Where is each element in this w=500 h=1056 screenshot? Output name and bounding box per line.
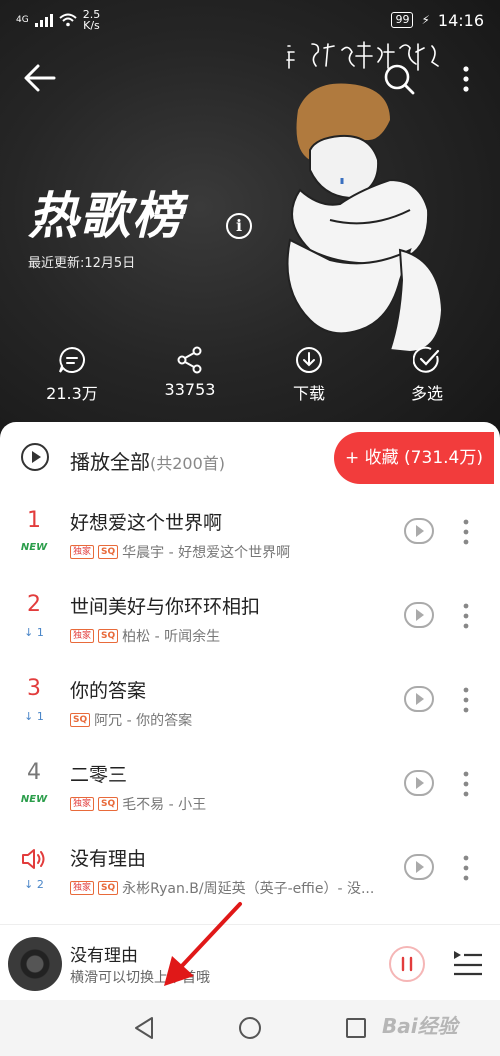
- play-video-icon[interactable]: [404, 516, 434, 546]
- cover-illustration: [286, 83, 444, 354]
- playlist-header: 4G 2.5 K/s 99 ⚡ 14:16 热歌榜 i 最近更新:12月5日 2…: [0, 0, 500, 460]
- pause-icon[interactable]: [388, 945, 426, 983]
- share-button[interactable]: 33753: [140, 346, 240, 399]
- sq-badge: SQ: [98, 797, 119, 811]
- nav-recents-icon[interactable]: [344, 1016, 368, 1040]
- status-bar: 4G 2.5 K/s 99 ⚡ 14:16: [0, 0, 500, 40]
- rank-trend: ↓ 1: [24, 710, 44, 723]
- nav-home-icon[interactable]: [238, 1016, 262, 1040]
- mini-cover-art[interactable]: [8, 937, 62, 991]
- play-all-button[interactable]: 播放全部(共200首): [70, 446, 225, 475]
- more-vertical-icon[interactable]: [456, 686, 476, 714]
- sq-badge: SQ: [98, 881, 119, 895]
- song-title: 世间美好与你环环相扣: [70, 596, 261, 618]
- comment-icon: [59, 346, 85, 373]
- song-title: 二零三: [70, 764, 128, 786]
- share-icon: [177, 346, 202, 374]
- song-artist-album: 永彬Ryan.B/周延英（英子-effie）- 没...: [122, 881, 375, 897]
- sq-badge: SQ: [98, 629, 119, 643]
- song-title: 好想爱这个世界啊: [70, 512, 223, 534]
- rank-trend: NEW: [20, 794, 48, 805]
- song-meta: 独家 SQ 永彬Ryan.B/周延英（英子-effie）- 没...: [70, 878, 390, 898]
- status-left: 4G 2.5 K/s: [16, 9, 100, 31]
- share-count: 33753: [164, 380, 216, 399]
- mini-player-title: 没有理由: [70, 946, 138, 966]
- song-rank: 4: [27, 760, 41, 785]
- song-artist-album: 阿冗 - 你的答案: [94, 713, 193, 729]
- charging-icon: ⚡: [421, 13, 430, 27]
- song-artist-album: 柏松 - 听闻余生: [122, 629, 221, 645]
- rank-trend: ↓ 2: [24, 878, 44, 891]
- rank-trend: ↓ 1: [24, 626, 44, 639]
- back-arrow-icon[interactable]: [22, 62, 58, 94]
- song-artist-album: 毛不易 - 小王: [122, 797, 207, 813]
- status-right: 99 ⚡ 14:16: [391, 11, 484, 30]
- info-icon[interactable]: i: [226, 213, 252, 239]
- download-button[interactable]: 下载: [259, 346, 359, 404]
- song-artist-album: 华晨宇 - 好想爱这个世界啊: [122, 545, 291, 561]
- collect-button[interactable]: + 收藏 (731.4万): [334, 432, 494, 484]
- exclusive-badge: 独家: [70, 881, 95, 895]
- more-vertical-icon[interactable]: [456, 518, 476, 546]
- song-rank: 2: [27, 592, 41, 617]
- song-row[interactable]: 3 ↓ 1 你的答案 SQ 阿冗 - 你的答案: [0, 664, 500, 748]
- more-vertical-icon[interactable]: [456, 602, 476, 630]
- play-all-label: 播放全部: [70, 450, 150, 474]
- song-count: (共200首): [150, 454, 226, 473]
- song-row[interactable]: 1 NEW 好想爱这个世界啊 独家 SQ 华晨宇 - 好想爱这个世界啊: [0, 496, 500, 580]
- watermark: Bai经验: [382, 1014, 458, 1038]
- song-meta: 独家 SQ 毛不易 - 小王: [70, 794, 390, 814]
- wifi-icon: [59, 13, 77, 27]
- mini-player-hint: 横滑可以切换上下首哦: [70, 970, 210, 986]
- action-bar: 21.3万 33753 下载 多选: [0, 346, 500, 406]
- song-title: 没有理由: [70, 848, 147, 870]
- more-vertical-icon[interactable]: [456, 854, 476, 882]
- play-video-icon[interactable]: [404, 852, 434, 882]
- now-playing-speaker-icon: [22, 849, 45, 869]
- song-row-playing[interactable]: ↓ 2 没有理由 独家 SQ 永彬Ryan.B/周延英（英子-effie）- 没…: [0, 832, 500, 916]
- comment-count: 21.3万: [46, 384, 98, 403]
- multi-select-button[interactable]: 多选: [377, 346, 477, 404]
- download-icon: [296, 347, 322, 373]
- song-row[interactable]: 4 NEW 二零三 独家 SQ 毛不易 - 小王: [0, 748, 500, 832]
- rank-trend: NEW: [20, 542, 48, 553]
- song-title: 你的答案: [70, 680, 147, 702]
- battery-icon: 99: [391, 12, 414, 28]
- more-vertical-icon[interactable]: [456, 770, 476, 798]
- song-meta: 独家 SQ 华晨宇 - 好想爱这个世界啊: [70, 542, 390, 562]
- net-speed-unit: K/s: [83, 19, 100, 32]
- playlist-queue-icon[interactable]: [452, 947, 484, 979]
- exclusive-badge: 独家: [70, 629, 95, 643]
- signal-icon: [34, 13, 53, 27]
- exclusive-badge: 独家: [70, 545, 95, 559]
- play-all-row: 播放全部(共200首) + 收藏 (731.4万): [0, 422, 500, 496]
- song-rank: 3: [27, 676, 41, 701]
- update-date: 最近更新:12月5日: [28, 256, 136, 271]
- song-meta: SQ 阿冗 - 你的答案: [70, 710, 390, 730]
- artwork-handwriting: [286, 41, 439, 71]
- song-meta: 独家 SQ 柏松 - 听闻余生: [70, 626, 390, 646]
- song-rank: 1: [27, 508, 41, 533]
- sq-badge: SQ: [70, 713, 91, 727]
- play-video-icon[interactable]: [404, 684, 434, 714]
- clock: 14:16: [437, 10, 484, 30]
- mini-player[interactable]: 没有理由 横滑可以切换上下首哦: [0, 924, 500, 1000]
- song-row[interactable]: 2 ↓ 1 世间美好与你环环相扣 独家 SQ 柏松 - 听闻余生: [0, 580, 500, 664]
- multi-select-label: 多选: [410, 384, 443, 403]
- multi-select-icon: [413, 346, 440, 373]
- chart-title: 热歌榜: [28, 186, 184, 245]
- sq-badge: SQ: [98, 545, 119, 559]
- net-speed: 2.5 K/s: [83, 9, 101, 31]
- play-video-icon[interactable]: [404, 768, 434, 798]
- play-video-icon[interactable]: [404, 600, 434, 630]
- exclusive-badge: 独家: [70, 797, 95, 811]
- network-type: 4G: [16, 15, 29, 25]
- nav-back-icon[interactable]: [132, 1016, 156, 1040]
- play-circle-icon[interactable]: [20, 442, 50, 472]
- download-label: 下载: [292, 384, 325, 403]
- comment-button[interactable]: 21.3万: [22, 346, 122, 404]
